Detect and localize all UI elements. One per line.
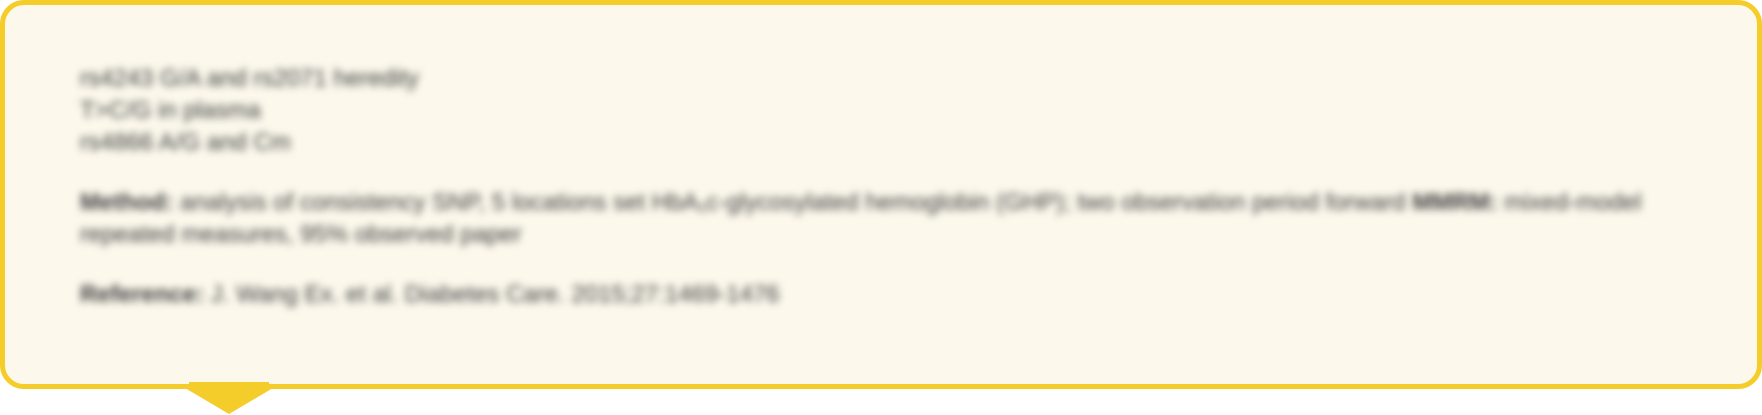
reference-label: Reference: [80, 281, 205, 308]
reference-text: J. Wang Ex. et al. Diabetes Care. 2015;2… [210, 281, 780, 308]
tooltip-pointer [185, 388, 273, 414]
method-label: Method: [80, 189, 174, 216]
tooltip-line-3: rs4866 A/G and Cm [80, 129, 291, 156]
tooltip-line-2: T>C/G in plasma [80, 97, 261, 124]
info-tooltip: rs4243 G/A and rs2071 heredity T>C/G in … [0, 0, 1762, 389]
method-paragraph: Method: analysis of consistency SNP, 5 l… [80, 187, 1700, 251]
tooltip-content: rs4243 G/A and rs2071 heredity T>C/G in … [80, 63, 1700, 311]
mmrm-label: MMRM: [1412, 189, 1498, 216]
reference-paragraph: Reference: J. Wang Ex. et al. Diabetes C… [80, 279, 1700, 311]
tooltip-line-1: rs4243 G/A and rs2071 heredity [80, 65, 419, 92]
method-text: analysis of consistency SNP, 5 locations… [179, 189, 1406, 216]
